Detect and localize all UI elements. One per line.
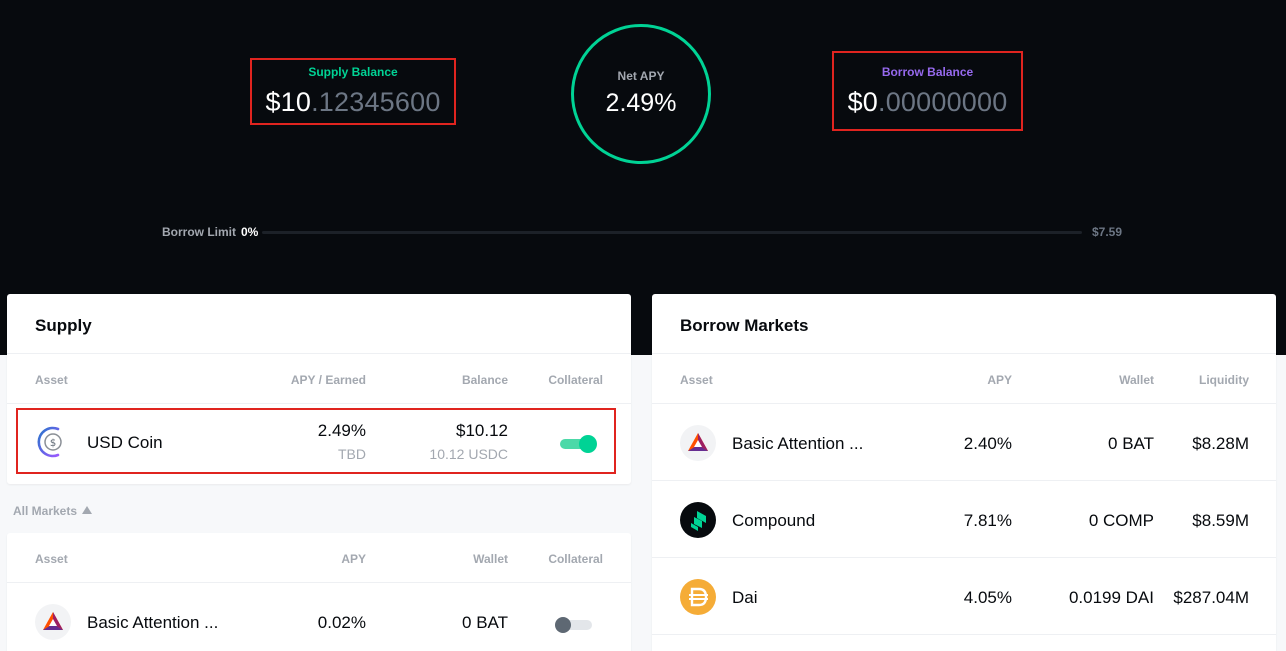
header-asset: Asset (680, 373, 713, 387)
asset-apy: 4.05% (963, 588, 1012, 607)
dai-icon (680, 579, 716, 615)
bat-icon (680, 425, 716, 461)
asset-liquidity: $8.28M (1192, 434, 1249, 453)
comp-icon (680, 502, 716, 538)
toggle-knob (555, 617, 571, 633)
header-apy: APY (987, 373, 1012, 387)
borrow-balance-box: Borrow Balance $0.00000000 (832, 51, 1023, 131)
all-markets-table-header: Asset APY Wallet Collateral (7, 533, 631, 583)
asset-liquidity: $287.04M (1173, 588, 1249, 607)
header-apy: APY (341, 552, 366, 566)
header-wallet: Wallet (1119, 373, 1154, 387)
asset-apy: 7.81% (963, 511, 1012, 530)
supply-balance-label: Supply Balance (308, 65, 398, 79)
asset-apy: 0.02% (317, 613, 366, 632)
borrow-row-dai[interactable]: Dai 4.05% 0.0199 DAI $287.04M (652, 558, 1276, 635)
supply-panel-title: Supply (7, 294, 631, 354)
asset-wallet: 0.0199 DAI (1068, 588, 1154, 607)
market-row-bat[interactable]: Basic Attention ... 0.02% 0 BAT (7, 583, 631, 651)
header-asset: Asset (35, 552, 68, 566)
asset-name: Basic Attention ... (87, 613, 219, 632)
header-collateral: Collateral (548, 373, 603, 387)
all-markets-label: All Markets (13, 504, 78, 518)
supply-balance-amount: $10.12345600 (252, 87, 454, 118)
asset-name: Basic Attention ... (732, 434, 864, 453)
header-wallet: Wallet (473, 552, 508, 566)
borrow-balance-label: Borrow Balance (881, 65, 974, 79)
header-liquidity: Liquidity (1199, 373, 1249, 387)
supply-balance-box: Supply Balance $10.12345600 (250, 58, 456, 125)
borrow-limit-max: $7.59 (1091, 225, 1122, 239)
borrow-limit-percent: 0% (241, 225, 259, 239)
borrow-markets-panel: Borrow Markets Asset APY Wallet Liquidit… (652, 294, 1276, 651)
header-asset: Asset (35, 373, 68, 387)
asset-apy: 2.40% (963, 434, 1012, 453)
borrow-balance-amount: $0.00000000 (834, 87, 1021, 118)
asset-wallet: 0 BAT (1108, 434, 1154, 453)
borrow-limit-track (262, 231, 1082, 234)
header-balance: Balance (461, 373, 508, 387)
borrow-row-bat[interactable]: Basic Attention ... 2.40% 0 BAT $8.28M (652, 404, 1276, 481)
net-apy-circle: Net APY 2.49% (571, 24, 711, 164)
borrow-table-header: Asset APY Wallet Liquidity (652, 354, 1276, 404)
header-collateral: Collateral (548, 552, 603, 566)
borrow-balance-decimals: .00000000 (878, 87, 1008, 117)
borrow-limit-bar: Borrow Limit 0% $7.59 (162, 224, 1122, 240)
net-apy-value: 2.49% (605, 89, 677, 117)
all-markets-toggle[interactable]: All Markets (13, 504, 93, 518)
all-markets-panel: Asset APY Wallet Collateral Basic Attent… (7, 533, 631, 651)
usdc-row-highlight (16, 408, 616, 474)
asset-name: Dai (732, 588, 758, 607)
net-apy-label: Net APY (617, 69, 665, 83)
supply-balance-decimals: .12345600 (311, 87, 441, 117)
borrow-limit-label: Borrow Limit (162, 225, 236, 239)
bat-icon (35, 604, 71, 640)
borrow-row-comp[interactable]: Compound 7.81% 0 COMP $8.59M (652, 481, 1276, 558)
collateral-toggle[interactable] (555, 617, 592, 633)
asset-liquidity: $8.59M (1192, 511, 1249, 530)
triangle-up-icon (82, 506, 93, 514)
asset-name: Compound (732, 511, 816, 530)
supply-balance-integer: $10 (265, 87, 312, 117)
header-apy-earned: APY / Earned (290, 373, 366, 387)
asset-wallet: 0 BAT (462, 613, 508, 632)
supply-table-header: Asset APY / Earned Balance Collateral (7, 354, 631, 404)
borrow-panel-title: Borrow Markets (652, 294, 1276, 354)
asset-wallet: 0 COMP (1088, 511, 1154, 530)
borrow-balance-integer: $0 (847, 87, 878, 117)
